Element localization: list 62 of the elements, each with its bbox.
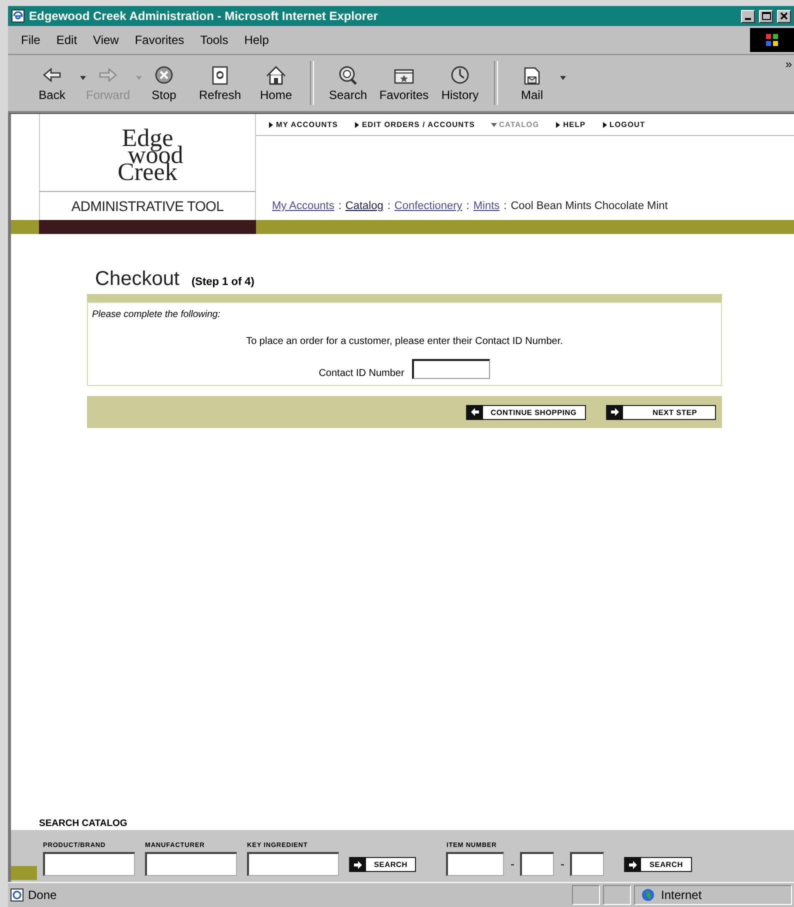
menu-item[interactable]: Tools xyxy=(193,31,236,49)
search-title: SEARCH CATALOG xyxy=(39,818,128,829)
breadcrumb-link[interactable]: Catalog xyxy=(345,200,384,212)
search-field[interactable] xyxy=(43,852,135,876)
dropdown-icon[interactable] xyxy=(80,76,86,80)
menu-item[interactable]: Edit xyxy=(49,31,84,49)
instruction-text: To place an order for a customer, please enter their Contact ID Number. xyxy=(245,336,564,347)
dropdown-icon[interactable] xyxy=(560,76,566,80)
breadcrumb-current: Cool Bean Mints Chocolate Mint xyxy=(510,200,668,212)
window-title: Edgewood Creek Administration - Microsoft Internet Explorer xyxy=(29,9,379,23)
toolbar-button[interactable]: Back xyxy=(24,64,80,102)
maximize-button[interactable] xyxy=(759,10,773,22)
step-indicator: (Step 1 of 4) xyxy=(192,276,254,288)
search-field[interactable] xyxy=(247,852,339,876)
breadcrumb-link[interactable]: Mints xyxy=(473,200,500,212)
breadcrumb-separator: : xyxy=(387,200,390,212)
menu-item[interactable]: Favorites xyxy=(128,31,192,49)
breadcrumb-separator: : xyxy=(504,200,507,212)
form-prompt: Please complete the following: xyxy=(92,309,222,320)
close-icon xyxy=(780,12,788,20)
toolbar-button[interactable]: Stop xyxy=(136,64,192,102)
toolbar-button[interactable]: Favorites xyxy=(376,64,432,102)
triangle-icon xyxy=(268,122,274,128)
close-button[interactable] xyxy=(777,10,791,22)
item-number-field[interactable] xyxy=(520,852,554,876)
logo: Edge wood Creek xyxy=(39,114,256,192)
toolbar-button[interactable]: Mail xyxy=(504,64,560,102)
toolbar-button[interactable]: History xyxy=(432,64,488,102)
status-panel xyxy=(572,885,600,905)
toolbar-overflow[interactable]: » xyxy=(785,57,794,71)
item-number-field[interactable] xyxy=(446,852,504,876)
triangle-icon xyxy=(490,122,497,128)
field-label: Contact ID Number xyxy=(318,368,404,379)
menu-item[interactable]: Help xyxy=(237,31,276,49)
globe-icon xyxy=(641,888,655,902)
home-icon xyxy=(264,64,288,86)
status-panel xyxy=(603,885,631,905)
menu-item[interactable]: File xyxy=(14,31,48,49)
menu-item[interactable]: View xyxy=(86,31,126,49)
item-number-field[interactable] xyxy=(570,852,604,876)
breadcrumb-separator: : xyxy=(338,200,342,212)
triangle-icon xyxy=(555,122,562,128)
breadcrumb-separator: : xyxy=(466,200,470,212)
separator-dash: - xyxy=(560,857,564,871)
page-heading: Checkout xyxy=(95,268,180,291)
breadcrumb-link[interactable]: My Accounts xyxy=(272,200,334,212)
triangle-icon xyxy=(354,122,360,128)
status-text: Done xyxy=(28,888,57,902)
browser-icon xyxy=(11,9,25,23)
triangle-icon xyxy=(602,122,608,128)
breadcrumb-link[interactable]: Confectionery xyxy=(394,200,462,212)
minimize-button[interactable] xyxy=(741,10,755,22)
accent-block xyxy=(11,866,37,880)
separator-dash: - xyxy=(510,857,514,871)
toolbar-button[interactable]: Search xyxy=(320,64,376,102)
toolbar-button[interactable]: Refresh xyxy=(192,64,248,102)
windows-logo-icon xyxy=(750,28,794,52)
toolbar-button[interactable]: Home xyxy=(248,64,304,102)
contact-id-field[interactable] xyxy=(412,359,490,379)
search-field[interactable] xyxy=(145,852,237,876)
maximize-icon xyxy=(762,12,770,20)
zone-text: Internet xyxy=(661,888,702,902)
